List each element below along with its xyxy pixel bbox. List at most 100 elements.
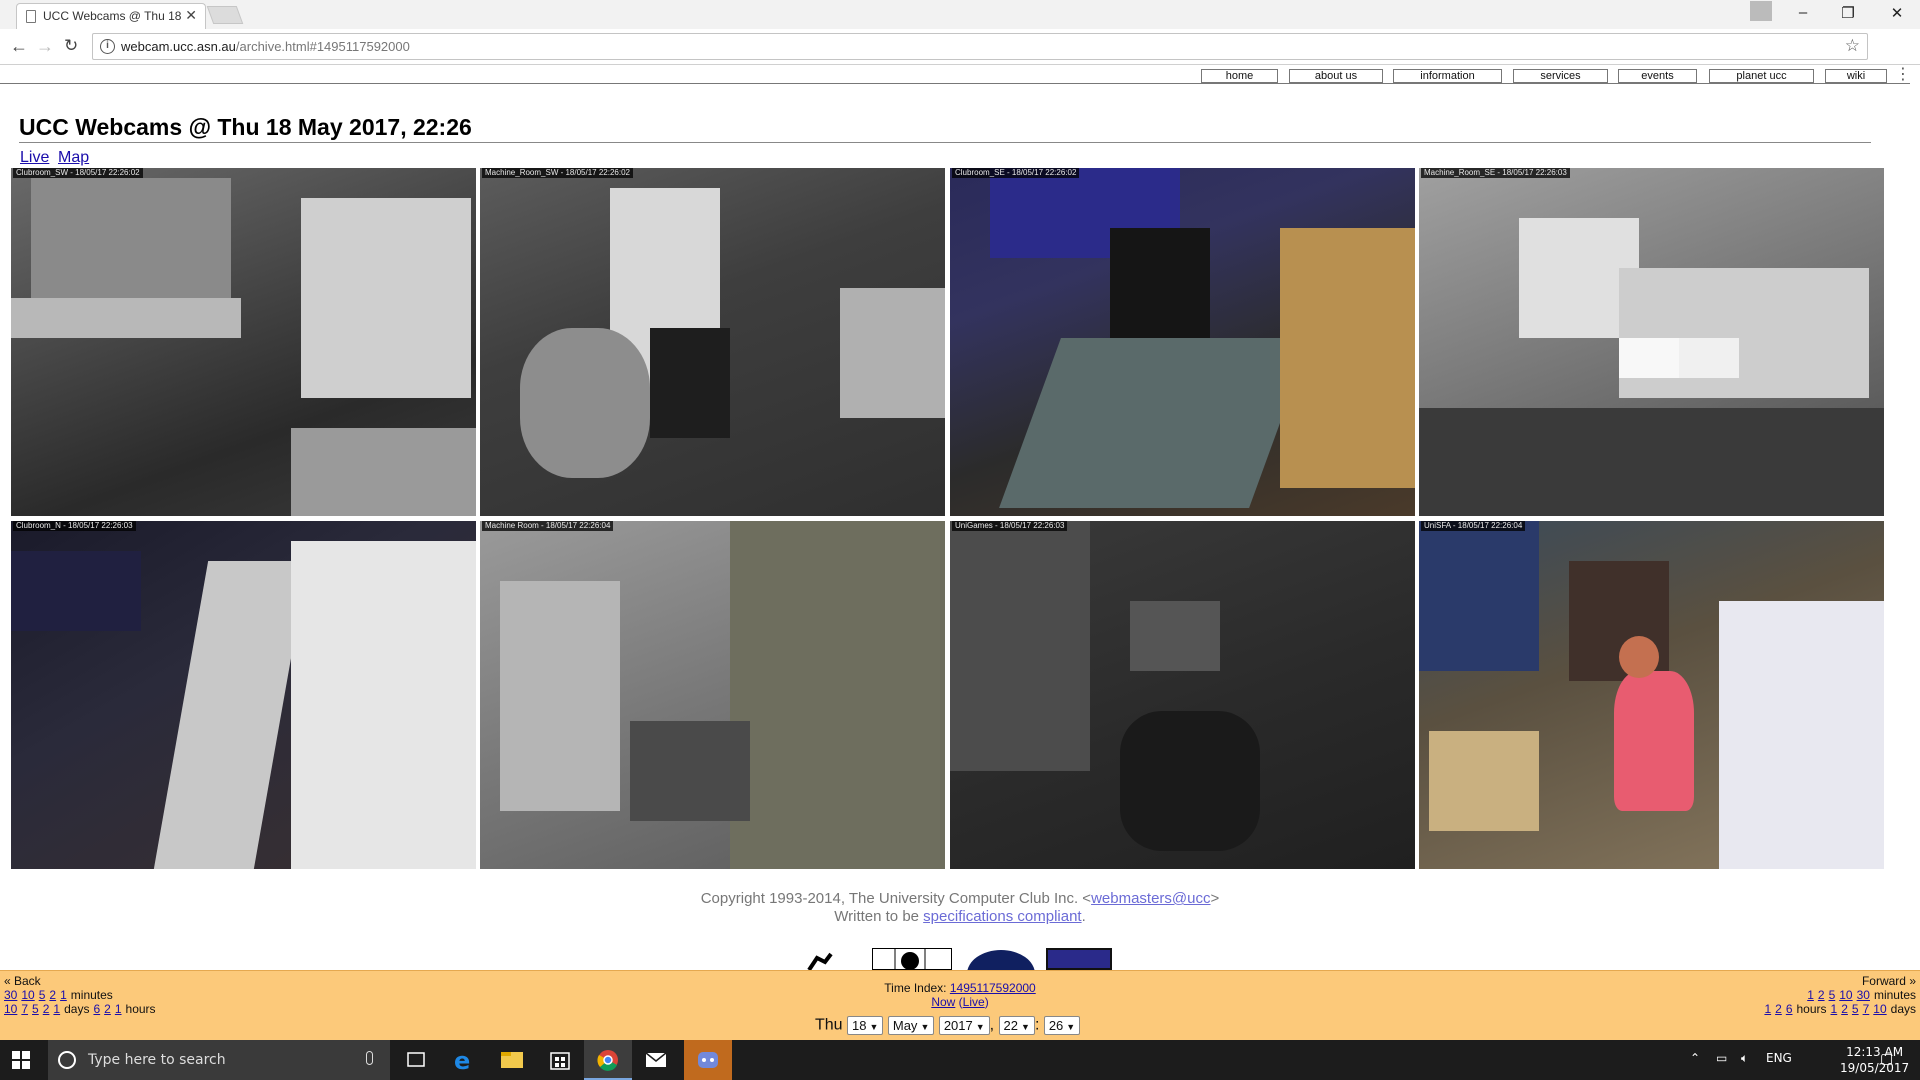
webcam-image[interactable]: Machine_Room_SE - 18/05/17 22:26:03 [1419, 168, 1884, 516]
webcam-image[interactable]: Machine Room - 18/05/17 22:26:04 [480, 521, 945, 869]
nav-home[interactable]: home [1201, 69, 1278, 83]
month-select[interactable]: May ▼ [887, 1016, 935, 1035]
clock[interactable]: 12:13 AM 19/05/2017 [1840, 1044, 1909, 1076]
taskbar-search-input[interactable]: Type here to search [48, 1040, 390, 1080]
month-value: May [892, 1018, 918, 1033]
webcam-image[interactable]: Clubroom_SW - 18/05/17 22:26:02 [11, 168, 476, 516]
volume-icon[interactable]: 🔈︎ [1741, 1051, 1748, 1066]
time-index-link[interactable]: 1495117592000 [950, 981, 1036, 995]
task-view-icon[interactable] [392, 1040, 440, 1080]
page-icon [26, 10, 36, 23]
network-icon[interactable]: ▭ [1716, 1051, 1727, 1065]
specifications-link[interactable]: specifications compliant [923, 908, 1081, 925]
now-line: Now (Live) [931, 995, 989, 1009]
nav-about-us[interactable]: about us [1289, 69, 1383, 83]
copyright-line: Copyright 1993-2014, The University Comp… [0, 890, 1920, 908]
notifications-icon[interactable]: ▢ [1880, 1051, 1893, 1067]
back-arrow-icon[interactable]: ← [10, 36, 28, 57]
nav-information[interactable]: information [1393, 69, 1502, 83]
microphone-icon[interactable] [366, 1051, 373, 1065]
language-indicator[interactable]: ENG [1766, 1051, 1792, 1065]
tray-chevron-up-icon[interactable]: ⌃ [1690, 1051, 1700, 1065]
fwd-days-link[interactable]: 2 [1841, 1002, 1848, 1016]
url-text: webcam.ucc.asn.au/archive.html#149511759… [121, 39, 410, 54]
fwd-minutes-link[interactable]: 30 [1857, 988, 1870, 1002]
now-link[interactable]: Now [931, 995, 955, 1009]
info-icon[interactable]: i [100, 39, 115, 54]
webmasters-email-link[interactable]: webmasters@ucc [1091, 890, 1210, 907]
webcam-caption: Machine_Room_SW - 18/05/17 22:26:02 [482, 168, 633, 178]
year-select[interactable]: 2017 ▼ [938, 1016, 990, 1035]
nav-events[interactable]: events [1618, 69, 1697, 83]
live-link[interactable]: Live [20, 149, 49, 167]
written-text: Written to be [834, 908, 924, 925]
mail-icon[interactable] [632, 1040, 680, 1080]
close-window-icon[interactable]: ✕ [1887, 4, 1907, 22]
nav-services[interactable]: services [1513, 69, 1608, 83]
new-tab-button[interactable] [206, 6, 244, 24]
time-navigation-bar: « Back 30 10 5 2 1 minutes 10 7 5 2 1 days 6 2 1 hours… [0, 970, 1920, 1040]
webcam-image[interactable]: Clubroom_N - 18/05/17 22:26:03 [11, 521, 476, 869]
chrome-icon[interactable] [584, 1040, 632, 1080]
fwd-minutes-link[interactable]: 10 [1839, 988, 1852, 1002]
copyright-bracket: > [1210, 890, 1220, 907]
webcam-caption: UniGames - 18/05/17 22:26:03 [952, 521, 1068, 531]
fwd-hours-link[interactable]: 1 [1764, 1002, 1771, 1016]
reload-icon[interactable]: ↻ [64, 36, 78, 56]
hour-select[interactable]: 22 ▼ [998, 1016, 1035, 1035]
windows-start-icon[interactable] [12, 1051, 30, 1069]
title-divider [19, 142, 1871, 143]
fwd-hours-link[interactable]: 6 [1786, 1002, 1793, 1016]
profile-icon[interactable] [1750, 1, 1772, 21]
url-input[interactable]: i webcam.ucc.asn.au/archive.html#1495117… [92, 33, 1868, 60]
webcam-image[interactable]: Clubroom_SE - 18/05/17 22:26:02 [950, 168, 1415, 516]
fwd-days-link[interactable]: 7 [1863, 1002, 1870, 1016]
compliance-line: Written to be specifications compliant. [0, 908, 1920, 926]
url-path: /archive.html#1495117592000 [235, 39, 410, 54]
browser-tab[interactable]: UCC Webcams @ Thu 18 ✕ [16, 3, 206, 29]
close-tab-icon[interactable]: ✕ [185, 7, 197, 24]
minimize-icon[interactable]: – [1793, 4, 1813, 21]
webcam-image[interactable]: Machine_Room_SW - 18/05/17 22:26:02 [480, 168, 945, 516]
webcam-grid: Clubroom_SW - 18/05/17 22:26:02 Machine_… [11, 168, 1885, 869]
year-value: 2017 [943, 1018, 973, 1033]
now-live-link[interactable]: Live [963, 995, 985, 1009]
forward-minutes-row: 1 2 5 10 30 minutes [1807, 988, 1916, 1002]
nav-divider [0, 83, 1910, 84]
nav-planet-ucc[interactable]: planet ucc [1709, 69, 1814, 83]
discord-icon[interactable] [684, 1040, 732, 1080]
valid-badge-icon [1046, 948, 1112, 970]
fwd-minutes-link[interactable]: 5 [1829, 988, 1836, 1002]
webcam-image[interactable]: UniGames - 18/05/17 22:26:03 [950, 521, 1415, 869]
fwd-minutes-link[interactable]: 1 [1807, 988, 1814, 1002]
fwd-minutes-link[interactable]: 2 [1818, 988, 1825, 1002]
tab-strip: UCC Webcams @ Thu 18 ✕ – ❐ ✕ [0, 0, 1920, 29]
map-link[interactable]: Map [58, 149, 89, 167]
chevron-down-icon: ▼ [869, 1022, 879, 1032]
fwd-days-link[interactable]: 10 [1873, 1002, 1886, 1016]
webcam-image[interactable]: UniSFA - 18/05/17 22:26:04 [1419, 521, 1884, 869]
webcam-caption: Machine Room - 18/05/17 22:26:04 [482, 521, 614, 531]
hour-value: 22 [1003, 1018, 1019, 1033]
edge-icon[interactable]: e [440, 1040, 488, 1080]
fwd-days-link[interactable]: 5 [1852, 1002, 1859, 1016]
bookmark-star-icon[interactable]: ☆ [1845, 36, 1860, 56]
fwd-hours-link[interactable]: 2 [1775, 1002, 1782, 1016]
tab-title: UCC Webcams @ Thu 18 [43, 9, 182, 23]
nav-wiki[interactable]: wiki [1825, 69, 1887, 83]
file-explorer-icon[interactable] [488, 1040, 536, 1080]
minutes-label: minutes [1873, 988, 1916, 1002]
days-label: days [1890, 1002, 1916, 1016]
day-select[interactable]: 18 ▼ [847, 1016, 884, 1035]
copyright-footer: Copyright 1993-2014, The University Comp… [0, 890, 1920, 926]
webcam-caption: Clubroom_N - 18/05/17 22:26:03 [13, 521, 136, 531]
restore-icon[interactable]: ❐ [1838, 4, 1858, 22]
taskbar: Type here to search e ⌃ ▭ 🔈︎ ENG 12:13 A… [0, 1040, 1920, 1080]
time-index-line: Time Index: 1495117592000 [0, 981, 1920, 995]
minute-select[interactable]: 26 ▼ [1043, 1016, 1081, 1035]
address-bar-row: ← → ↻ i webcam.ucc.asn.au/archive.html#1… [0, 29, 1920, 83]
forward-arrow-icon[interactable]: → [36, 36, 54, 57]
store-icon[interactable] [536, 1040, 584, 1080]
fwd-days-link[interactable]: 1 [1831, 1002, 1838, 1016]
webcam-caption: Clubroom_SW - 18/05/17 22:26:02 [13, 168, 143, 178]
